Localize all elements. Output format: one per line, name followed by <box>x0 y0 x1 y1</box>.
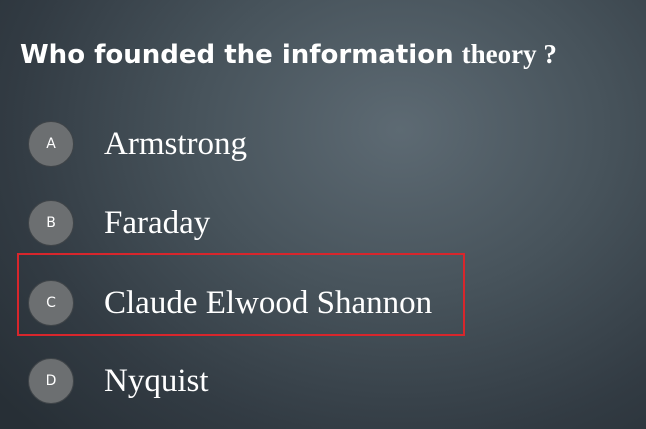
option-text-a: Armstrong <box>104 126 247 162</box>
answer-option-c[interactable]: C Claude Elwood Shannon <box>28 280 448 328</box>
option-letter-badge-a: A <box>28 121 74 167</box>
question-text-part2: theory ? <box>461 39 557 69</box>
option-text-d: Nyquist <box>104 363 209 399</box>
option-letter-badge-c: C <box>28 280 74 326</box>
option-letter-badge-b: B <box>28 200 74 246</box>
question-title: Who founded the information theory ? <box>20 30 557 77</box>
option-letter-badge-d: D <box>28 358 74 404</box>
answer-option-b[interactable]: B Faraday <box>28 200 448 248</box>
answer-option-d[interactable]: D Nyquist <box>28 358 448 406</box>
option-text-b: Faraday <box>104 205 211 241</box>
answer-option-a[interactable]: A Armstrong <box>28 121 448 169</box>
question-text-part1: Who founded the information <box>20 40 454 70</box>
option-text-c: Claude Elwood Shannon <box>104 285 433 321</box>
